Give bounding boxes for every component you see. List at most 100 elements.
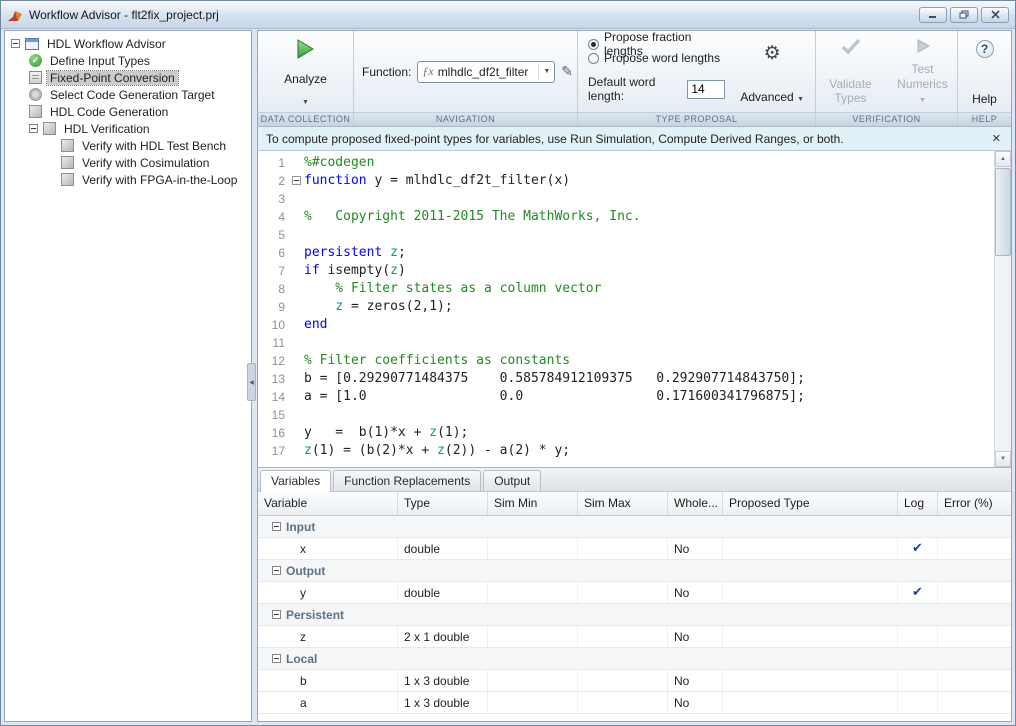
column-header-sim-max[interactable]: Sim Max (578, 492, 668, 515)
code-line-15: 15 (258, 406, 994, 424)
analyze-label: Analyze (284, 72, 327, 86)
test-dropdown-arrow-icon[interactable]: ▼ (919, 97, 926, 104)
cell-variable: y (258, 582, 398, 603)
cell-error (938, 538, 1011, 559)
group-expander-icon[interactable] (272, 610, 281, 619)
tree-item-hdl-code-generation[interactable]: HDL Code Generation (5, 103, 251, 120)
code-editor[interactable]: 1%#codegen2function y = mlhdlc_df2t_filt… (258, 151, 1011, 467)
test-numerics-button[interactable]: Test Numerics ▼ (889, 33, 957, 111)
column-header-sim-min[interactable]: Sim Min (488, 492, 578, 515)
cell-log[interactable] (898, 626, 938, 647)
tab-output[interactable]: Output (483, 470, 541, 491)
group-row-persistent[interactable]: Persistent (258, 604, 1011, 626)
scroll-down-icon[interactable]: ▼ (995, 451, 1011, 467)
cell-log[interactable] (898, 692, 938, 713)
section-type-proposal: Propose fraction lengthsPropose word len… (578, 31, 816, 126)
code-fold-icon[interactable] (292, 176, 301, 185)
section-help: ? Help HELP (958, 31, 1011, 126)
word-length-input[interactable] (687, 80, 725, 99)
code-line-7: 7if isempty(z) (258, 262, 994, 280)
radio-propose-word-lengths[interactable]: Propose word lengths (588, 51, 725, 65)
column-header-log[interactable]: Log (898, 492, 938, 515)
group-row-output[interactable]: Output (258, 560, 1011, 582)
column-header-error[interactable]: Error (%) (938, 492, 1014, 515)
validate-types-button[interactable]: Validate Types (817, 33, 885, 111)
column-header-proposed-type[interactable]: Proposed Type (723, 492, 898, 515)
combo-dropdown-arrow-icon[interactable]: ▼ (538, 65, 550, 79)
variable-row-z[interactable]: z2 x 1 doubleNo (258, 626, 1011, 648)
tree-item-fixed-point-conversion[interactable]: Fixed-Point Conversion (5, 69, 251, 86)
analyze-dropdown-arrow-icon[interactable]: ▼ (302, 99, 309, 106)
log-check-icon[interactable]: ✔ (898, 582, 938, 603)
cell-log[interactable] (898, 670, 938, 691)
variable-row-x[interactable]: xdoubleNo✔ (258, 538, 1011, 560)
line-number: 9 (258, 298, 290, 316)
group-expander-icon[interactable] (272, 566, 281, 575)
cell-sim-max (578, 692, 668, 713)
advanced-dropdown-arrow-icon[interactable]: ▼ (797, 96, 804, 103)
column-header-type[interactable]: Type (398, 492, 488, 515)
edit-function-icon[interactable]: ✎ (561, 63, 573, 80)
variable-row-a[interactable]: a1 x 3 doubleNo (258, 692, 1011, 714)
close-icon (991, 10, 1000, 19)
help-button[interactable]: ? Help (965, 33, 1004, 111)
tab-function-replacements[interactable]: Function Replacements (333, 470, 481, 491)
restore-icon (959, 10, 969, 19)
analyze-button[interactable]: Analyze ▼ (277, 33, 334, 111)
infobar-close-icon[interactable]: ✕ (990, 132, 1003, 145)
column-header-variable[interactable]: Variable (258, 492, 398, 515)
validate-check-icon (841, 38, 861, 54)
tree-expander-icon[interactable] (11, 39, 20, 48)
code-line-14: 14a = [1.0 0.0 0.171600341796875]; (258, 388, 994, 406)
step-icon (61, 139, 74, 152)
fold-column (290, 388, 304, 406)
tree-item-hdl-verification[interactable]: HDL Verification (5, 120, 251, 137)
radio-button-icon[interactable] (588, 39, 599, 50)
radio-button-icon[interactable] (588, 53, 599, 64)
group-row-local[interactable]: Local (258, 648, 1011, 670)
validate-types-label: Validate Types (824, 77, 878, 106)
tree-collapse-handle[interactable]: ◀ (247, 363, 256, 401)
code-line-3: 3 (258, 190, 994, 208)
code-text: z(1) = (b(2)*x + z(2)) - a(2) * y; (304, 442, 570, 460)
cell-whole: No (668, 582, 723, 603)
cell-sim-max (578, 626, 668, 647)
infobar-text: To compute proposed fixed-point types fo… (266, 132, 990, 146)
group-expander-icon[interactable] (272, 654, 281, 663)
function-combobox[interactable]: ƒx mlhdlc_df2t_filter ▼ (417, 61, 555, 83)
scrollbar-thumb[interactable] (995, 168, 1011, 256)
tree-item-select-code-generation-target[interactable]: Select Code Generation Target (5, 86, 251, 103)
variable-row-b[interactable]: b1 x 3 doubleNo (258, 670, 1011, 692)
tree-item-verify-with-fpga-in-the-loop[interactable]: Verify with FPGA-in-the-Loop (5, 171, 251, 188)
line-number: 13 (258, 370, 290, 388)
log-check-icon[interactable]: ✔ (898, 538, 938, 559)
fold-column (290, 262, 304, 280)
section-data-collection: Analyze ▼ DATA COLLECTION (258, 31, 354, 126)
tree-item-define-input-types[interactable]: ✓Define Input Types (5, 52, 251, 69)
column-header-whole[interactable]: Whole... (668, 492, 723, 515)
line-number: 1 (258, 154, 290, 172)
editor-scrollbar[interactable]: ▲ ▼ (994, 151, 1011, 467)
tab-variables[interactable]: Variables (260, 470, 331, 492)
tree-item-hdl-workflow-advisor[interactable]: HDL Workflow Advisor (5, 35, 251, 52)
gear-icon: ⚙ (764, 44, 781, 64)
line-number: 14 (258, 388, 290, 406)
group-row-input[interactable]: Input (258, 516, 1011, 538)
restore-button[interactable] (950, 7, 978, 23)
variable-row-y[interactable]: ydoubleNo✔ (258, 582, 1011, 604)
tree-item-verify-with-cosimulation[interactable]: Verify with Cosimulation (5, 154, 251, 171)
radio-propose-fraction-lengths[interactable]: Propose fraction lengths (588, 37, 725, 51)
scroll-up-icon[interactable]: ▲ (995, 151, 1011, 167)
tree-item-label: Define Input Types (47, 54, 153, 68)
advanced-label: Advanced (740, 90, 793, 104)
group-expander-icon[interactable] (272, 522, 281, 531)
section-label-verification: VERIFICATION (816, 112, 957, 126)
tree-expander-icon[interactable] (29, 124, 38, 133)
tree-item-verify-with-hdl-test-bench[interactable]: Verify with HDL Test Bench (5, 137, 251, 154)
advanced-button[interactable]: ⚙ Advanced ▼ (733, 37, 811, 109)
section-verification: Validate Types Test Numerics ▼ VERIFICAT… (816, 31, 958, 126)
close-button[interactable] (981, 7, 1009, 23)
cell-whole: No (668, 670, 723, 691)
line-number: 15 (258, 406, 290, 424)
minimize-button[interactable] (919, 7, 947, 23)
